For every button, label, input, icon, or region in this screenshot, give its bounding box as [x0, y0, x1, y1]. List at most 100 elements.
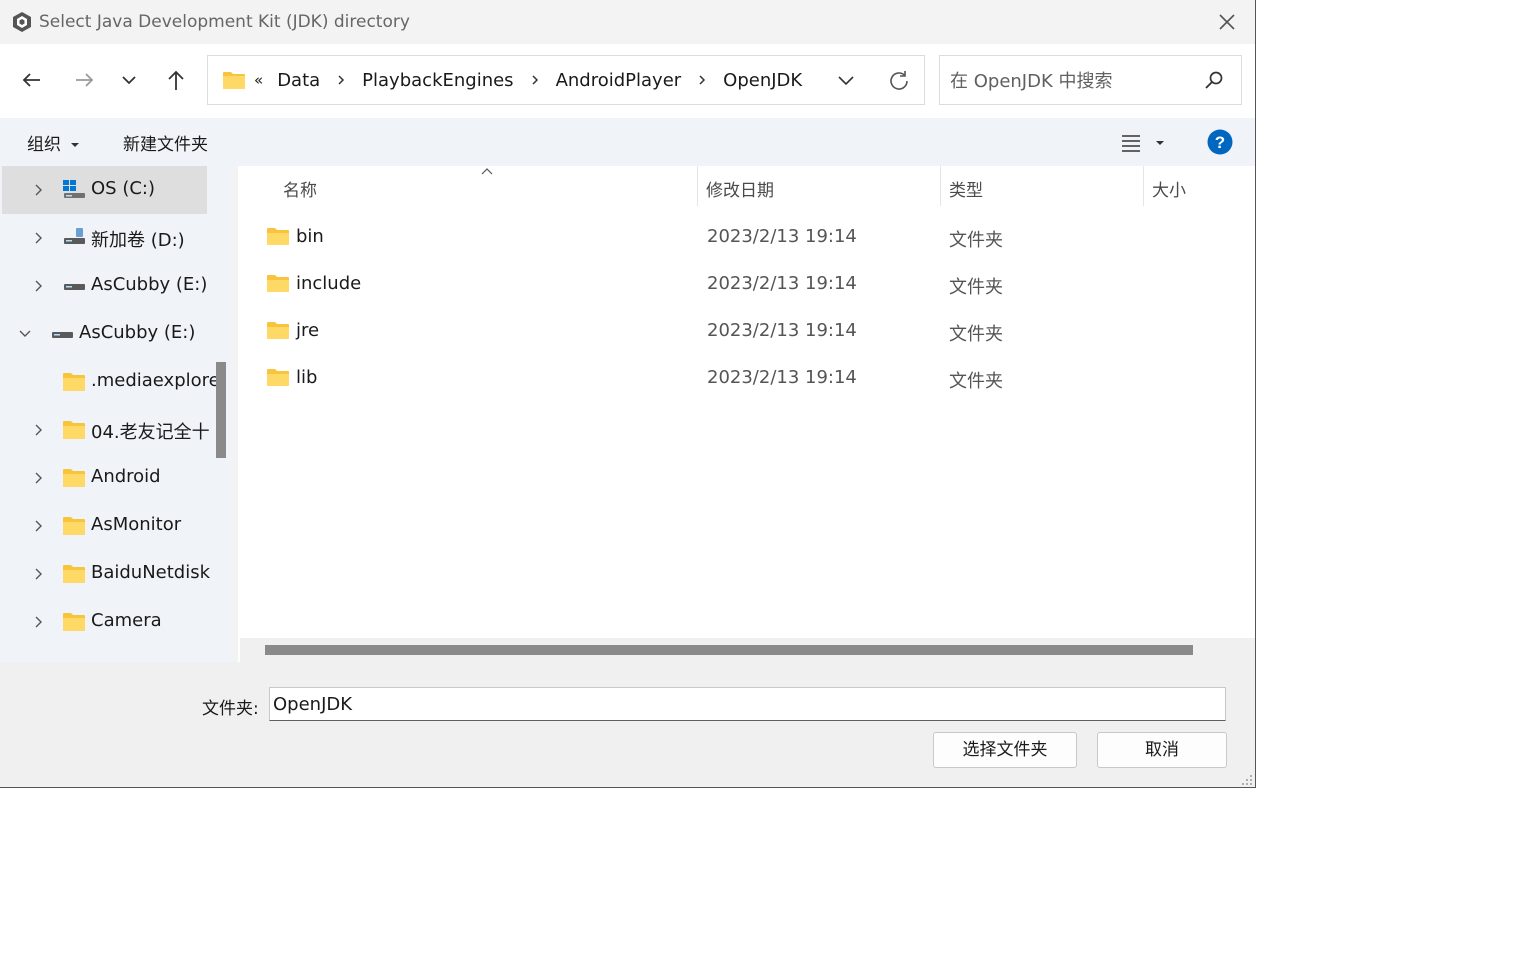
title-bar: Select Java Development Kit (JDK) direct…	[0, 0, 1255, 44]
folder-name-input[interactable]	[269, 687, 1226, 721]
breadcrumb-separator-icon[interactable]	[693, 71, 711, 89]
tree-item-d-drive[interactable]: 新加卷 (D:)	[2, 214, 207, 262]
search-input[interactable]	[948, 56, 1192, 106]
cancel-button[interactable]: 取消	[1097, 732, 1227, 768]
organize-label: 组织	[27, 135, 61, 155]
tree-item-label: OS (C:)	[91, 178, 155, 199]
column-header-type[interactable]: 类型	[949, 176, 983, 201]
drive-icon	[64, 228, 85, 244]
folder-icon	[267, 369, 289, 386]
dropdown-caret-icon	[71, 143, 80, 147]
expand-chevron-icon[interactable]	[30, 230, 46, 246]
nav-pane-scrollbar[interactable]	[216, 362, 226, 458]
tree-item-label: 新加卷 (D:)	[91, 230, 185, 251]
address-bar[interactable]: « Data PlaybackEngines AndroidPlayer Ope…	[207, 55, 925, 105]
forward-arrow-icon[interactable]	[68, 64, 100, 96]
file-name: bin	[296, 226, 324, 247]
select-folder-button[interactable]: 选择文件夹	[933, 732, 1077, 768]
drive-icon	[64, 284, 85, 290]
breadcrumb: « Data PlaybackEngines AndroidPlayer Ope…	[222, 56, 802, 104]
file-type: 文件夹	[949, 324, 1003, 345]
collapse-chevron-icon[interactable]	[17, 326, 33, 342]
folder-icon	[267, 228, 289, 245]
folder-icon	[267, 275, 289, 292]
column-divider[interactable]	[697, 166, 698, 206]
unity-app-icon	[13, 12, 31, 32]
file-date: 2023/2/13 19:14	[707, 320, 857, 341]
folder-field-label: 文件夹:	[202, 699, 259, 719]
search-icon[interactable]	[1202, 68, 1226, 92]
column-header-name[interactable]: 名称	[283, 176, 317, 201]
folder-icon	[267, 322, 289, 339]
up-arrow-icon[interactable]	[160, 64, 192, 96]
close-icon[interactable]	[1215, 10, 1239, 34]
file-date: 2023/2/13 19:14	[707, 367, 857, 388]
folder-icon	[223, 72, 245, 89]
tree-item-mediaexplore[interactable]: .mediaexplore	[2, 358, 220, 406]
file-type: 文件夹	[949, 371, 1003, 392]
organize-menu-button[interactable]: 组织	[27, 130, 80, 155]
file-row-include[interactable]: include 2023/2/13 19:14 文件夹	[258, 263, 1218, 307]
svg-text:?: ?	[1215, 133, 1225, 152]
tree-item-os-c[interactable]: OS (C:)	[2, 166, 207, 214]
tree-item-e-drive-expanded[interactable]: AsCubby (E:)	[2, 310, 207, 358]
breadcrumb-data[interactable]: Data	[277, 70, 320, 91]
file-row-lib[interactable]: lib 2023/2/13 19:14 文件夹	[258, 357, 1218, 401]
expand-chevron-icon[interactable]	[30, 278, 46, 294]
tree-item-friends[interactable]: 04.老友记全十	[2, 406, 210, 454]
breadcrumb-androidplayer[interactable]: AndroidPlayer	[556, 70, 682, 91]
refresh-icon[interactable]	[886, 68, 912, 94]
command-bar: 组织 新建文件夹 ?	[0, 118, 1255, 166]
breadcrumb-overflow[interactable]: «	[254, 71, 263, 89]
tree-item-camera[interactable]: Camera	[2, 598, 207, 646]
tree-item-label: 04.老友记全十	[91, 422, 210, 443]
navigation-pane: OS (C:) 新加卷 (D:) AsCubby (E:) AsCubby (E…	[0, 166, 232, 662]
file-name: jre	[296, 320, 320, 341]
resize-grip-icon[interactable]	[1241, 774, 1253, 786]
navigation-bar: « Data PlaybackEngines AndroidPlayer Ope…	[0, 44, 1255, 118]
folder-icon	[63, 565, 85, 583]
breadcrumb-separator-icon[interactable]	[332, 71, 350, 89]
help-icon[interactable]: ?	[1207, 129, 1233, 155]
tree-item-label: AsMonitor	[91, 514, 182, 535]
file-list: 名称 修改日期 类型 大小 bin 2023/2/13 19:14 文件夹 in…	[238, 166, 1255, 662]
file-name: lib	[296, 367, 318, 388]
file-name: include	[296, 273, 362, 294]
column-divider[interactable]	[1143, 166, 1144, 206]
folder-icon	[63, 469, 85, 487]
breadcrumb-separator-icon[interactable]	[526, 71, 544, 89]
expand-chevron-icon[interactable]	[30, 182, 46, 198]
tree-item-label: BaiduNetdisk	[91, 562, 211, 583]
horizontal-scrollbar-thumb[interactable]	[265, 645, 1193, 655]
view-options-icon[interactable]	[1118, 130, 1174, 156]
breadcrumb-playbackengines[interactable]: PlaybackEngines	[362, 70, 513, 91]
tree-item-asmonitor[interactable]: AsMonitor	[2, 502, 207, 550]
expand-chevron-icon[interactable]	[30, 566, 46, 582]
windows-drive-icon	[63, 180, 85, 198]
file-row-jre[interactable]: jre 2023/2/13 19:14 文件夹	[258, 310, 1218, 354]
search-box	[939, 55, 1242, 106]
new-folder-button[interactable]: 新建文件夹	[123, 130, 208, 155]
expand-chevron-icon[interactable]	[30, 518, 46, 534]
file-type: 文件夹	[949, 277, 1003, 298]
column-header-size[interactable]: 大小	[1152, 176, 1186, 201]
file-row-bin[interactable]: bin 2023/2/13 19:14 文件夹	[258, 216, 1218, 260]
column-header-date[interactable]: 修改日期	[706, 176, 774, 201]
tree-item-e-drive[interactable]: AsCubby (E:)	[2, 262, 207, 310]
window-title: Select Java Development Kit (JDK) direct…	[39, 12, 410, 32]
expand-chevron-icon[interactable]	[30, 470, 46, 486]
recent-locations-chevron-icon[interactable]	[113, 64, 145, 96]
tree-item-baidunetdisk[interactable]: BaiduNetdisk	[2, 550, 211, 598]
tree-item-label: AsCubby (E:)	[79, 322, 196, 343]
expand-chevron-icon[interactable]	[30, 614, 46, 630]
tree-item-android[interactable]: Android	[2, 454, 207, 502]
address-history-chevron-icon[interactable]	[834, 68, 858, 92]
tree-item-label: Android	[91, 466, 161, 487]
expand-chevron-icon[interactable]	[30, 422, 46, 438]
folder-icon	[63, 421, 85, 439]
back-arrow-icon[interactable]	[16, 64, 48, 96]
column-divider[interactable]	[940, 166, 941, 206]
breadcrumb-openjdk[interactable]: OpenJDK	[723, 70, 802, 91]
file-date: 2023/2/13 19:14	[707, 226, 857, 247]
file-type: 文件夹	[949, 230, 1003, 251]
